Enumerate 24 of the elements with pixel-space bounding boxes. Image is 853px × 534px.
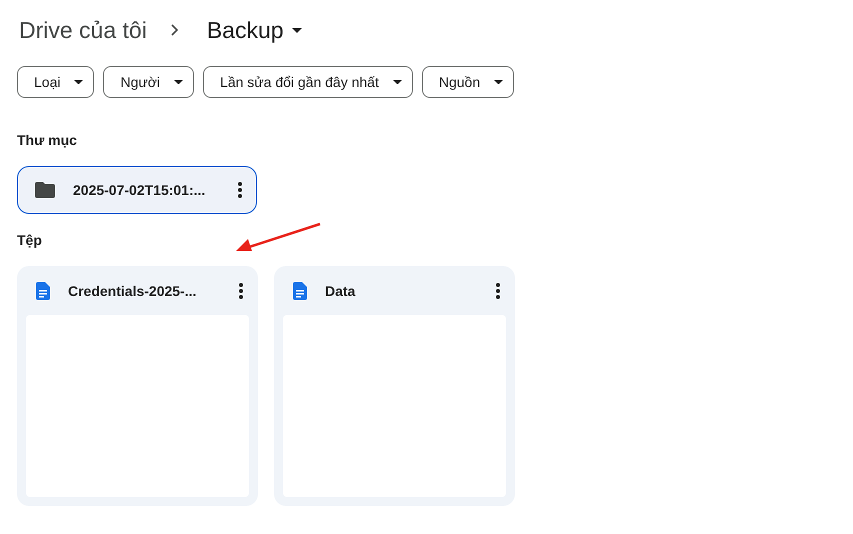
caret-icon (174, 80, 184, 84)
breadcrumb-link[interactable]: Drive của tôi (17, 16, 149, 44)
caret-icon (74, 80, 84, 84)
caret-icon (392, 80, 402, 84)
document-icon (293, 282, 307, 300)
folder-card[interactable]: 2025-07-02T15:01:... (17, 166, 257, 214)
section-title: Thư mục (17, 132, 77, 150)
folder-name: 2025-07-02T15:01:... (73, 182, 206, 198)
filter-chip[interactable]: Người (103, 66, 194, 98)
document-icon (36, 282, 50, 300)
file-name: Credentials-2025-... (68, 283, 198, 299)
caret-icon (494, 80, 504, 84)
filter-chip[interactable]: Nguồn (422, 66, 514, 98)
section-title: Tệp (17, 232, 42, 250)
file-card[interactable]: Credentials-2025-... (17, 266, 258, 506)
chevron-right-icon (170, 24, 179, 36)
folder-icon (35, 182, 55, 198)
caret-icon (292, 28, 302, 32)
folder-menu-button[interactable]: Backup (190, 16, 308, 44)
file-name: Data (325, 283, 356, 299)
file-card[interactable]: Data (274, 266, 515, 506)
filter-chip[interactable]: Lần sửa đổi gần đây nhất (203, 66, 413, 98)
filter-chip[interactable]: Loại (17, 66, 94, 98)
current-folder-title: Backup (206, 16, 285, 44)
